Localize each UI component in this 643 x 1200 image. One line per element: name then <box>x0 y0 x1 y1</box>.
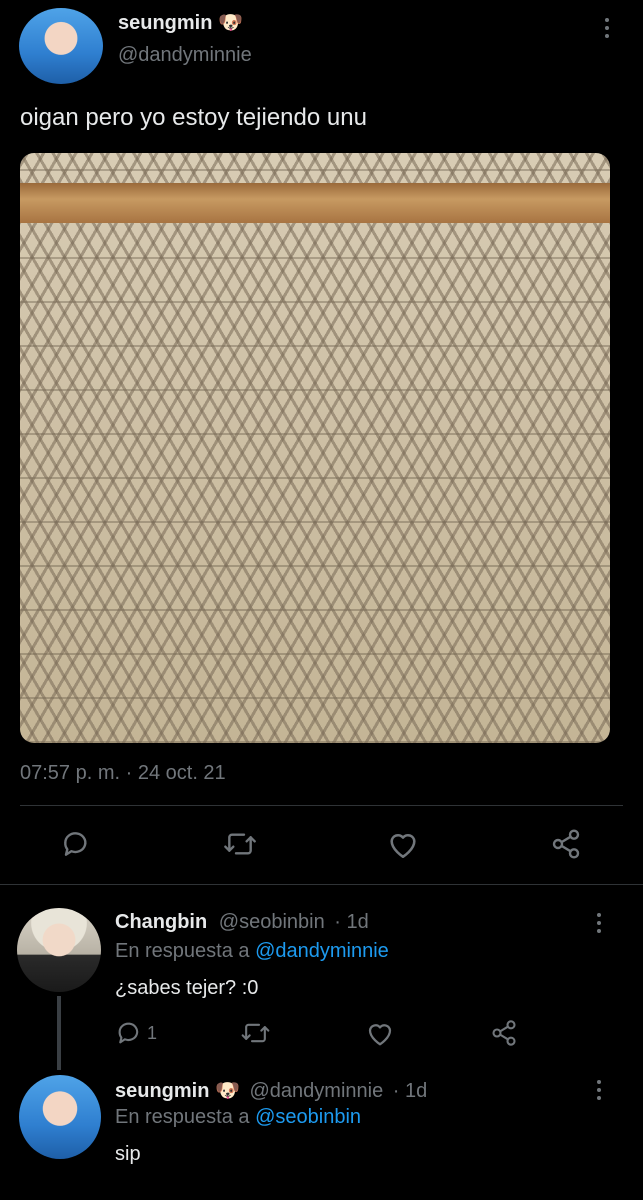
heart-icon <box>368 1024 392 1046</box>
reply-to-link[interactable]: @dandyminnie <box>255 940 389 962</box>
dog-emoji-icon: 🐶 <box>218 12 243 34</box>
divider-timestamp <box>20 805 623 806</box>
author-avatar[interactable] <box>19 8 103 84</box>
retweet-button[interactable] <box>222 828 258 860</box>
reply-header: seungmin 🐶 @dandyminnie · 1d <box>115 1078 427 1103</box>
reply-handle[interactable]: @seobinbin <box>219 911 325 933</box>
thread-connector <box>57 996 61 1070</box>
like-button[interactable] <box>386 828 420 860</box>
reply-to-link[interactable]: @seobinbin <box>255 1106 361 1128</box>
reply-like-button[interactable] <box>365 1019 395 1047</box>
tweet-image[interactable] <box>20 153 610 743</box>
reply-time: · 1d <box>334 911 369 933</box>
dog-emoji-icon: 🐶 <box>215 1080 240 1102</box>
reply-text: ¿sabes tejer? :0 <box>115 977 259 999</box>
reply-more-options-icon[interactable] <box>597 913 601 937</box>
knitting-needle <box>20 183 610 223</box>
reply-button[interactable] <box>60 828 92 860</box>
heart-icon <box>390 833 416 859</box>
more-options-icon[interactable] <box>605 18 609 42</box>
author-handle[interactable]: @dandyminnie <box>118 44 252 67</box>
author-display-name[interactable]: seungmin 🐶 <box>118 10 243 35</box>
reply-icon <box>64 832 87 856</box>
retweet-icon <box>224 833 256 855</box>
share-icon <box>492 1020 516 1046</box>
reply-display-name[interactable]: seungmin <box>115 1080 209 1102</box>
reply-more-options-icon[interactable] <box>597 1080 601 1104</box>
tweet-timestamp[interactable]: 07:57 p. m. · 24 oct. 21 <box>20 762 226 785</box>
reply-handle[interactable]: @dandyminnie <box>249 1080 383 1102</box>
reply-context: En respuesta a @dandyminnie <box>115 940 389 962</box>
tweet-text: oigan pero yo estoy tejiendo unu <box>20 104 367 131</box>
reply-retweet-button[interactable] <box>240 1019 271 1047</box>
share-icon <box>552 829 580 859</box>
reply-count: 1 <box>147 1022 158 1043</box>
reply-text: sip <box>115 1143 141 1165</box>
reply-header: Changbin @seobinbin · 1d <box>115 911 369 934</box>
divider-actions <box>0 884 643 885</box>
reply-reply-button[interactable]: 1 <box>115 1019 157 1047</box>
reply-display-name[interactable]: Changbin <box>115 911 207 933</box>
reply-share-button[interactable] <box>490 1019 518 1047</box>
share-button[interactable] <box>550 828 582 860</box>
retweet-icon <box>241 1023 270 1043</box>
reply-avatar-changbin[interactable] <box>17 908 101 992</box>
reply-context: En respuesta a @seobinbin <box>115 1106 362 1128</box>
reply-icon <box>118 1022 139 1044</box>
reply-time: · 1d <box>392 1080 428 1102</box>
reply-avatar-seungmin[interactable] <box>19 1075 101 1159</box>
